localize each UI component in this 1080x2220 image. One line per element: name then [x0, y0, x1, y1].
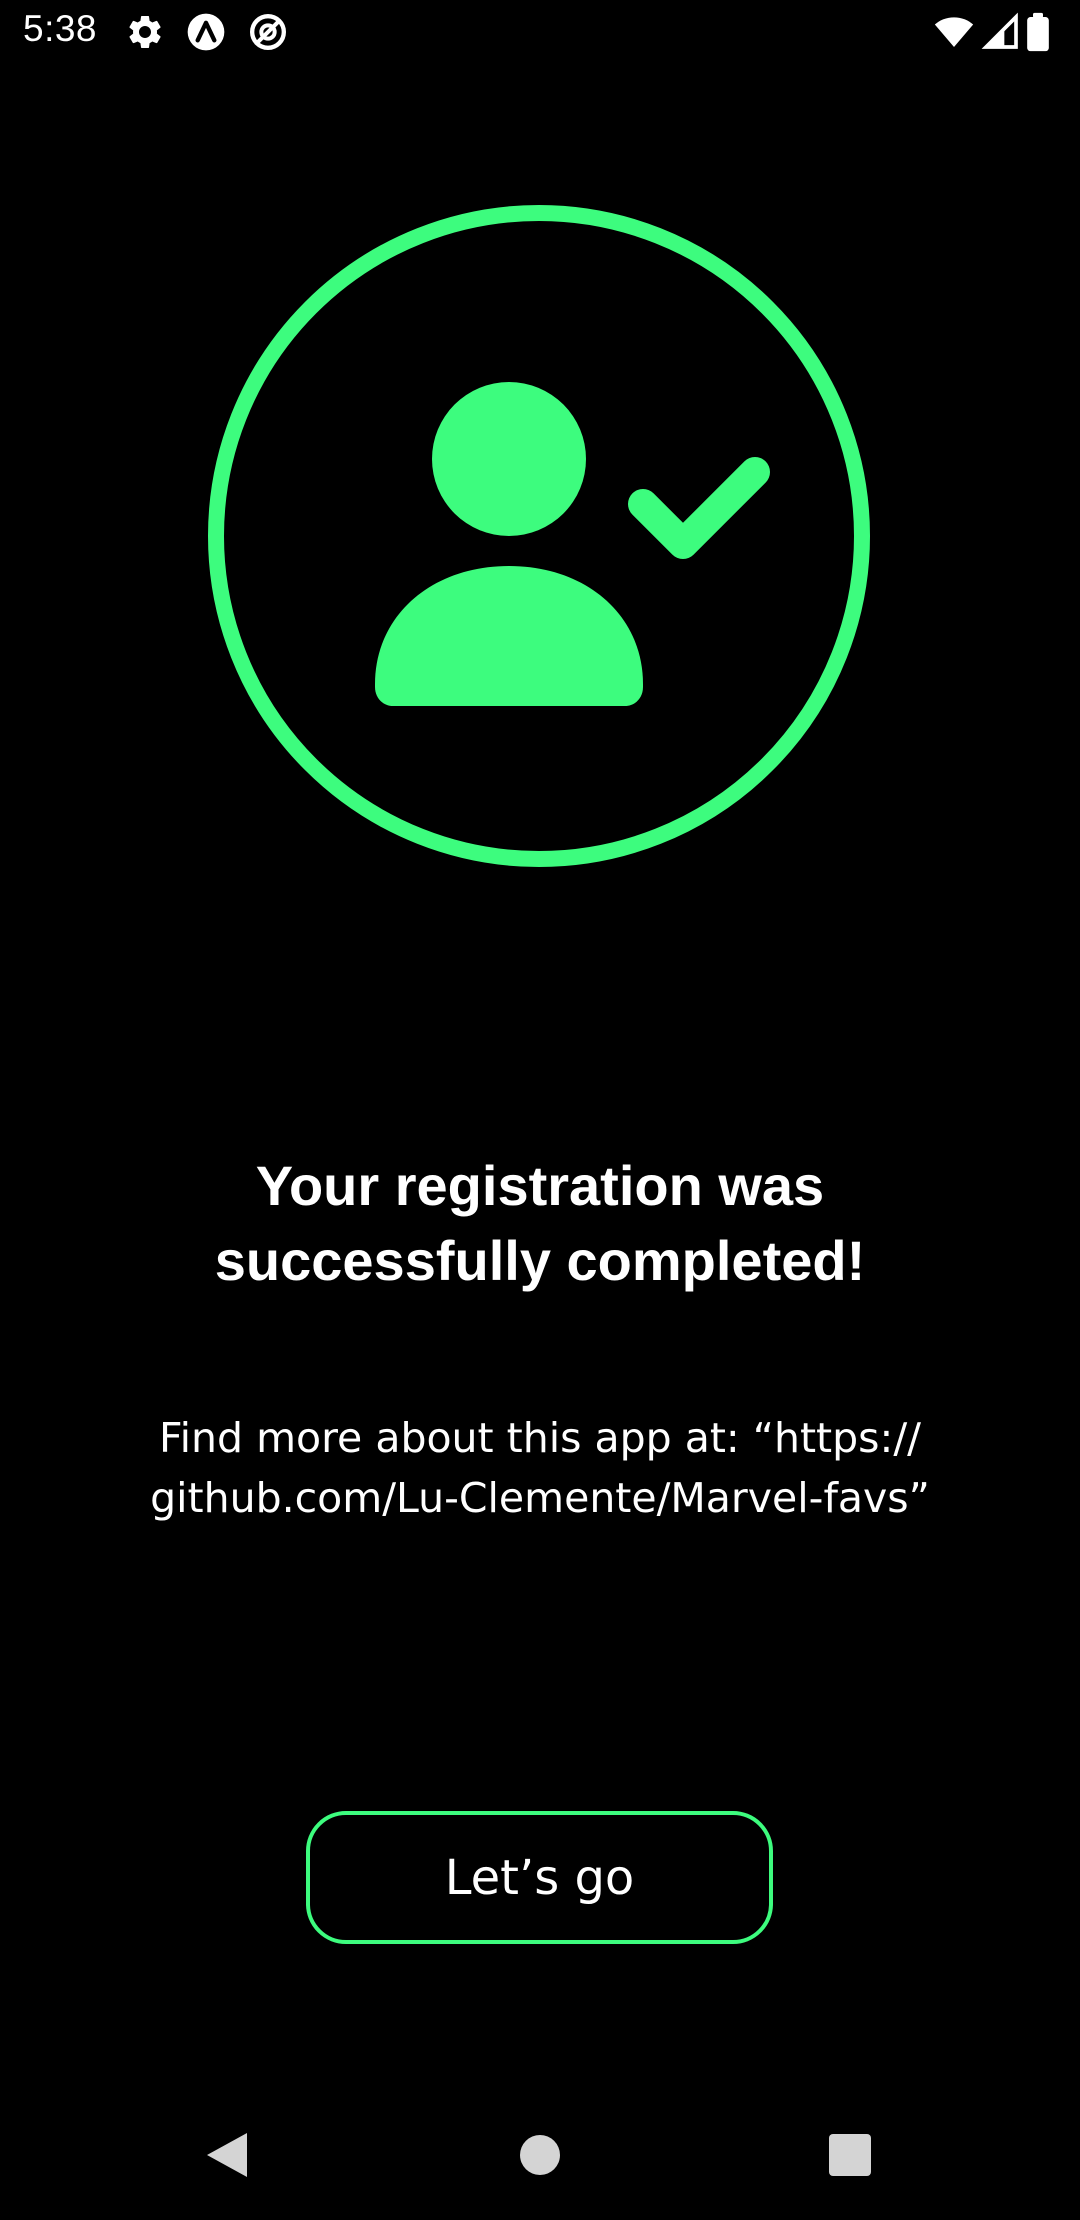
navigation-bar — [0, 2090, 1080, 2220]
status-bar: 5:38 — [0, 0, 1080, 66]
info-text: Find more about this app at: “https:// g… — [90, 1408, 990, 1528]
page-title: Your registration was successfully compl… — [0, 1148, 1080, 1298]
info-text-line-1: Find more about this app at: “https:// — [159, 1414, 921, 1462]
info-text-line-2: github.com/Lu-Clemente/Marvel-favs” — [150, 1474, 930, 1522]
title-line-2: successfully completed! — [214, 1229, 866, 1292]
battery-icon — [1026, 12, 1056, 52]
signal-icon — [981, 12, 1021, 52]
home-icon[interactable] — [505, 2120, 575, 2190]
back-icon[interactable] — [192, 2120, 262, 2190]
title-line-1: Your registration was — [255, 1154, 825, 1217]
gear-icon — [125, 12, 165, 52]
lets-go-button[interactable]: Let’s go — [306, 1811, 773, 1944]
recents-icon[interactable] — [815, 2120, 885, 2190]
app-at-icon — [248, 12, 288, 52]
wifi-icon — [934, 12, 974, 52]
user-check-icon — [207, 204, 871, 868]
app-a-icon — [186, 12, 226, 52]
status-time: 5:38 — [23, 8, 98, 49]
